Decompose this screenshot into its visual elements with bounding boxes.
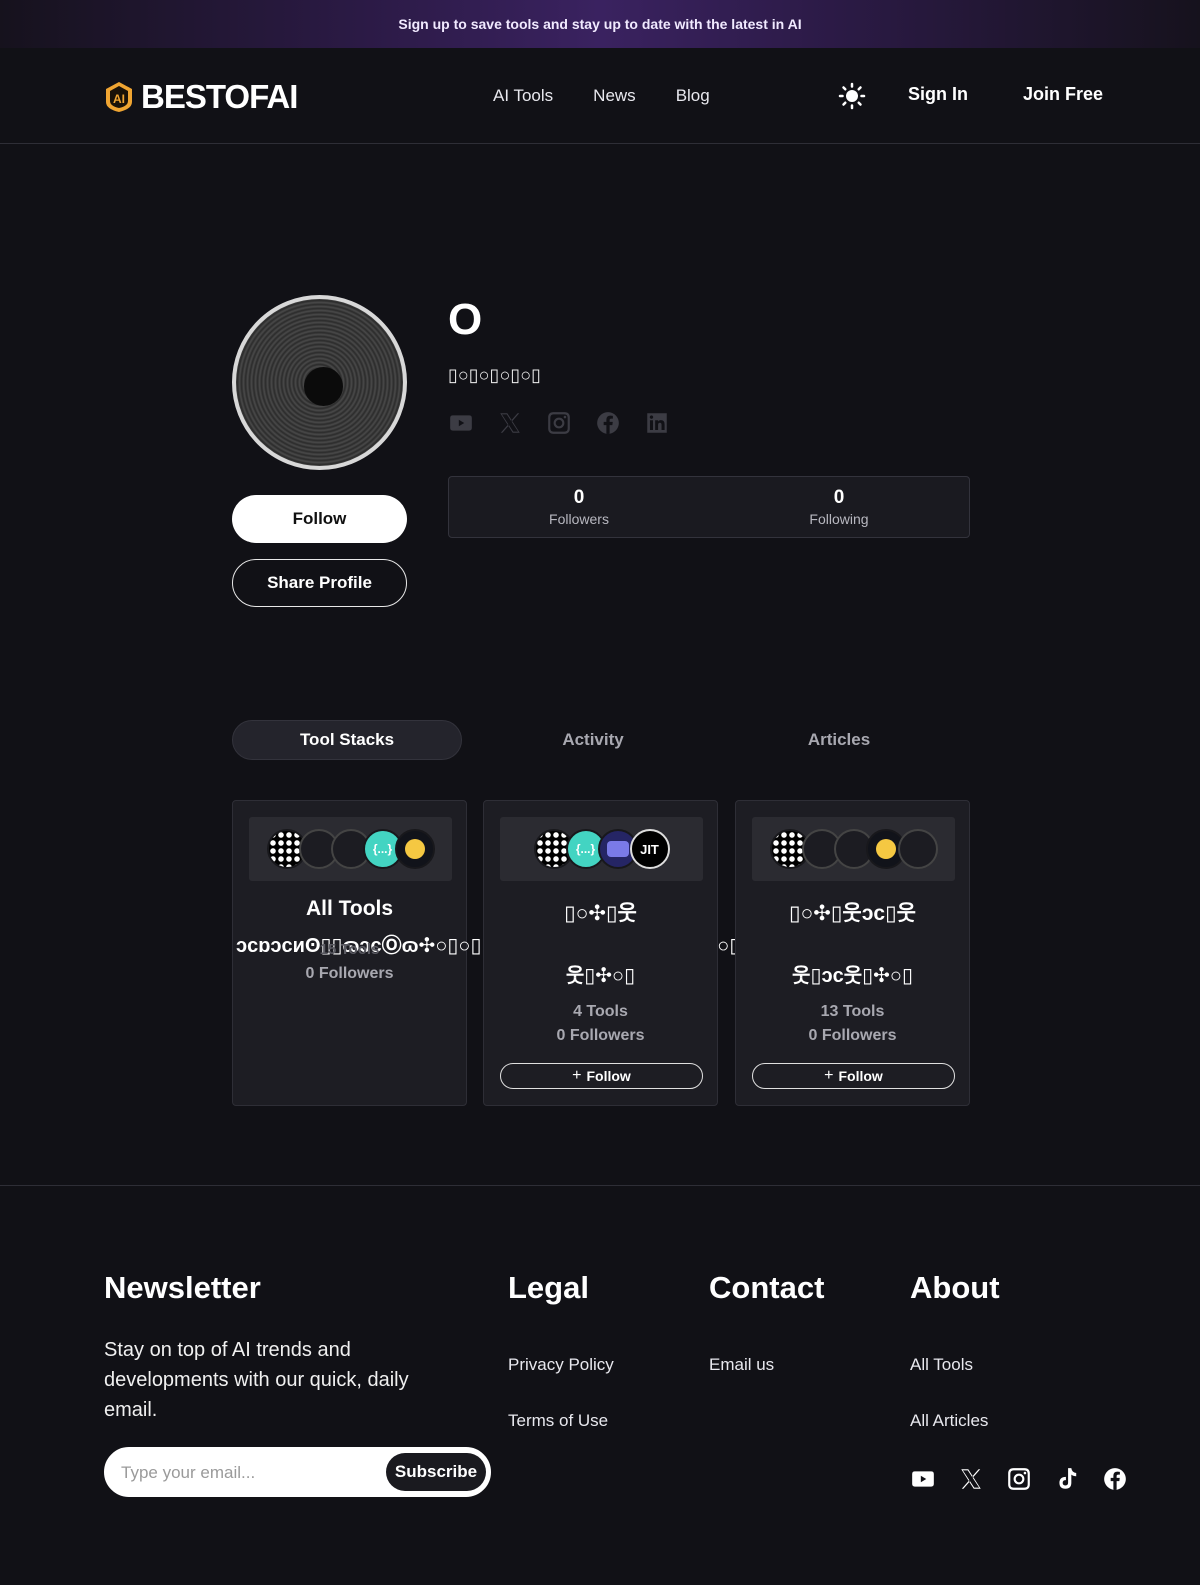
- plus-icon: +: [572, 1067, 582, 1084]
- sign-in-link[interactable]: Sign In: [908, 84, 968, 105]
- avatar: [232, 295, 407, 470]
- logo[interactable]: AI BESTOFAI: [103, 78, 298, 116]
- profile-subtitle: ▯○▯○▯○▯○▯: [448, 365, 542, 385]
- facebook-icon[interactable]: [1102, 1466, 1128, 1492]
- youtube-icon[interactable]: [910, 1466, 936, 1492]
- nav-news[interactable]: News: [593, 86, 636, 106]
- followers-count: 0: [573, 487, 585, 508]
- tool-stack-card-2[interactable]: {...} JIT ▯○✣▯웃 웃▯✣○▯ 4 Tools 0 Follower…: [483, 800, 718, 1106]
- footer-divider: [0, 1185, 1200, 1186]
- stack-tool-icons: {...} JIT: [500, 817, 703, 881]
- all-tools-link[interactable]: All Tools: [910, 1355, 973, 1375]
- newsletter-text: Stay on top of AI trends and development…: [104, 1339, 409, 1421]
- tiktok-icon[interactable]: [1054, 1466, 1080, 1492]
- x-icon[interactable]: [497, 410, 523, 436]
- follow-button[interactable]: Follow: [232, 495, 407, 543]
- stack-follow-button[interactable]: + Follow: [500, 1063, 703, 1089]
- about-heading: About: [910, 1270, 1000, 1305]
- jit-logo-icon: JIT: [629, 829, 670, 869]
- legal-heading: Legal: [508, 1270, 589, 1305]
- facebook-icon[interactable]: [595, 410, 621, 436]
- nav-blog[interactable]: Blog: [676, 86, 710, 106]
- youtube-icon[interactable]: [448, 410, 474, 436]
- stack-title: ▯○✣▯웃: [564, 902, 637, 925]
- stack-description: 웃▯ɔc웃▯✣○▯: [792, 965, 913, 987]
- stack-tool-count: 4 Tools: [573, 1003, 628, 1020]
- nav-ai-tools[interactable]: AI Tools: [493, 86, 553, 106]
- tool-stack-card-3[interactable]: ▯○✣▯웃ɔc▯웃 웃▯ɔc웃▯✣○▯ 13 Tools 0 Followers…: [735, 800, 970, 1106]
- all-articles-link[interactable]: All Articles: [910, 1411, 988, 1431]
- followers-stat[interactable]: 0 Followers: [449, 477, 709, 537]
- tab-articles[interactable]: Articles: [724, 720, 954, 760]
- following-count: 0: [833, 487, 845, 508]
- stack-follow-button[interactable]: + Follow: [752, 1063, 955, 1089]
- terms-of-use-link[interactable]: Terms of Use: [508, 1411, 608, 1431]
- stack-follow-label: Follow: [586, 1068, 631, 1084]
- linkedin-icon[interactable]: [644, 410, 670, 436]
- stack-description: 웃▯✣○▯: [565, 965, 636, 987]
- stack-follow-label: Follow: [838, 1068, 883, 1084]
- profile-socials: [448, 410, 670, 436]
- tab-tool-stacks[interactable]: Tool Stacks: [232, 720, 463, 760]
- signup-banner[interactable]: Sign up to save tools and stay up to dat…: [0, 0, 1200, 48]
- avatar-center: [304, 367, 343, 406]
- followers-label: Followers: [549, 511, 609, 527]
- stack-title: ▯○✣▯웃ɔc▯웃: [789, 902, 916, 925]
- email-us-link[interactable]: Email us: [709, 1355, 774, 1375]
- email-input[interactable]: [121, 1459, 371, 1487]
- instagram-icon[interactable]: [1006, 1466, 1032, 1492]
- footer-socials: [910, 1466, 1128, 1492]
- contact-heading: Contact: [709, 1270, 825, 1305]
- blank-tool-icon: [897, 829, 938, 869]
- logo-text: BESTOFAI: [141, 78, 298, 115]
- tab-activity[interactable]: Activity: [478, 720, 708, 760]
- stack-tool-icons: {...}: [249, 817, 452, 881]
- newsletter-heading: Newsletter: [104, 1270, 261, 1305]
- plus-icon: +: [824, 1067, 834, 1084]
- site-header: AI BESTOFAI AI Tools News Blog Sign In J…: [0, 48, 1200, 144]
- stack-followers: 0 Followers: [808, 1027, 897, 1044]
- stack-followers: 0 Followers: [305, 965, 394, 982]
- subscribe-button[interactable]: Subscribe: [386, 1453, 486, 1491]
- instagram-icon[interactable]: [546, 410, 572, 436]
- profile-name: O: [448, 295, 483, 344]
- share-profile-button[interactable]: Share Profile: [232, 559, 407, 607]
- stack-title: All Tools: [305, 897, 394, 920]
- sun-icon[interactable]: [838, 82, 866, 110]
- privacy-policy-link[interactable]: Privacy Policy: [508, 1355, 614, 1375]
- main-nav: AI Tools News Blog: [493, 86, 710, 106]
- logo-badge-text: AI: [113, 92, 125, 106]
- stack-tool-count: 15 Tools: [319, 941, 380, 958]
- following-label: Following: [809, 511, 869, 527]
- following-stat[interactable]: 0 Following: [709, 477, 969, 537]
- emoji-tool-icon: [394, 829, 435, 869]
- stack-tool-count: 13 Tools: [820, 1003, 885, 1020]
- join-free-link[interactable]: Join Free: [1023, 84, 1103, 105]
- profile-tabs: Tool Stacks Activity Articles: [232, 720, 970, 760]
- tool-stack-card-all-tools[interactable]: {...} All Tools ɔcɒɔcиʘ▯▯ɷɔcⓄɷ✣○▯○▯○▯○✣ɷ…: [232, 800, 870, 1106]
- stack-tool-icons: [752, 817, 955, 881]
- banner-text: Sign up to save tools and stay up to dat…: [398, 16, 802, 32]
- follow-stats: 0 Followers 0 Following: [448, 476, 970, 538]
- newsletter-form: Subscribe: [104, 1447, 491, 1497]
- stack-followers: 0 Followers: [556, 1027, 645, 1044]
- x-icon[interactable]: [958, 1466, 984, 1492]
- ai-badge-icon: AI: [106, 82, 132, 112]
